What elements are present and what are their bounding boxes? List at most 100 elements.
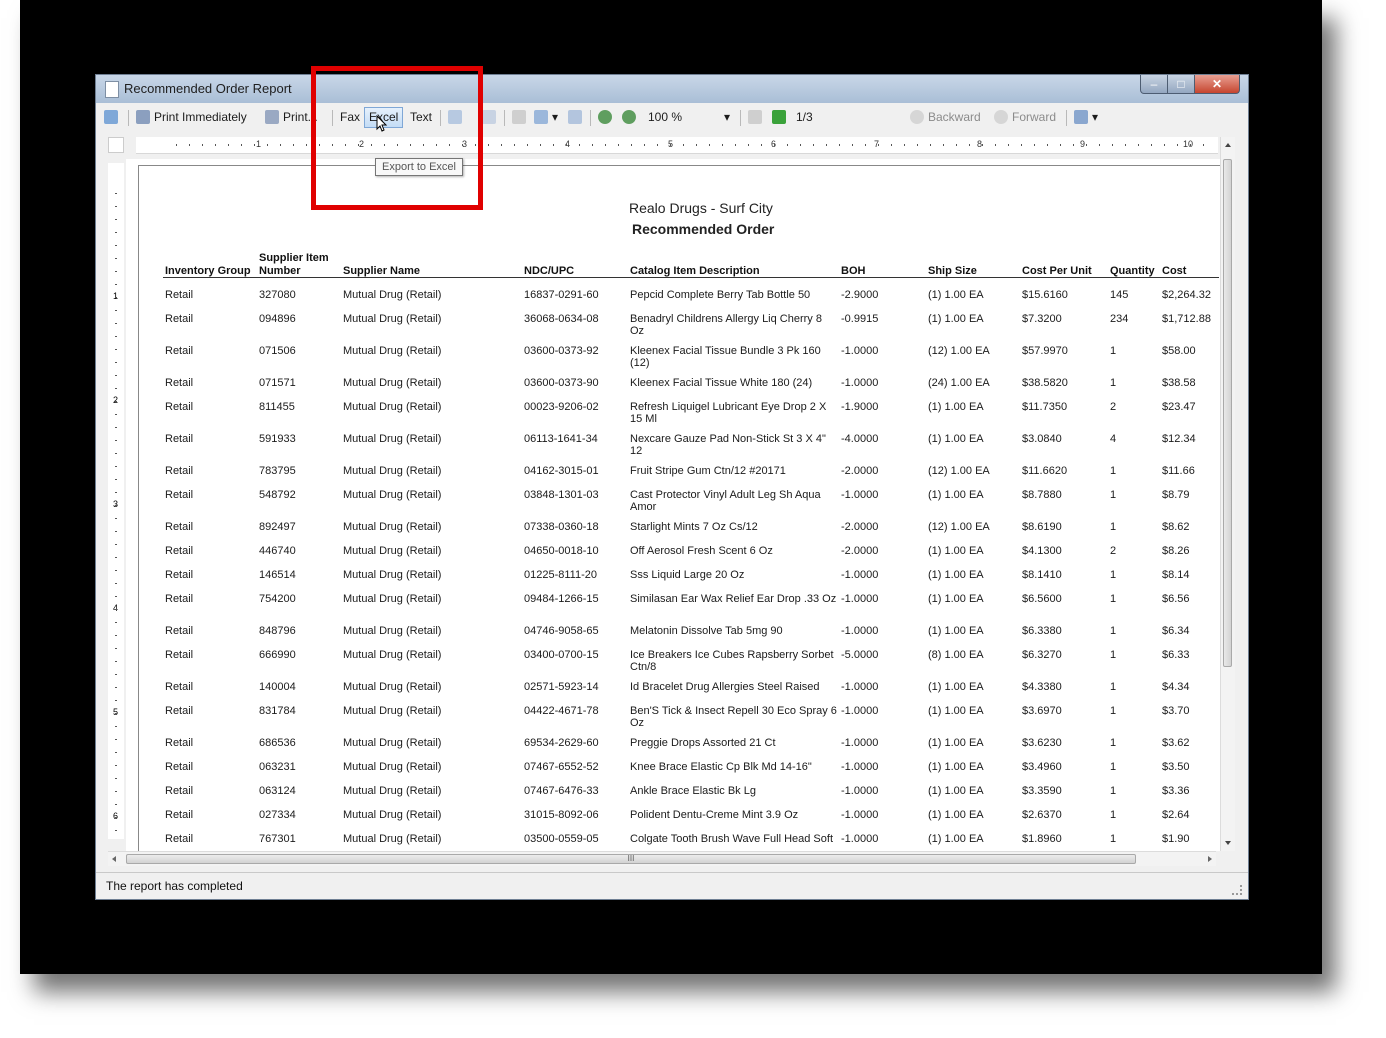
cell-cost: $4.34 (1162, 681, 1190, 693)
cell-quantity: 2 (1110, 545, 1117, 557)
scroll-right-icon[interactable] (1208, 856, 1212, 862)
cell-inventory-group: Retail (165, 649, 194, 661)
cell-inventory-group: Retail (165, 761, 194, 773)
continuous-button[interactable] (568, 108, 586, 127)
cell-description: Sss Liquid Large 20 Oz (630, 569, 745, 581)
horizontal-scrollbar[interactable]: III (108, 851, 1216, 866)
find-button[interactable] (482, 108, 500, 127)
cell-supplier-item: 146514 (259, 569, 296, 581)
zoom-in-button[interactable] (598, 108, 616, 127)
cell-cost-per-unit: $11.6620 (1022, 465, 1068, 477)
cell-boh: -0.9915 (841, 313, 879, 325)
cell-quantity: 145 (1110, 289, 1129, 301)
forward-arrow-icon (994, 110, 1008, 124)
print-immediately-label: Print Immediately (154, 110, 247, 124)
vertical-scrollbar[interactable] (1220, 137, 1235, 851)
cell-ship-size: (1) 1.00 EA (928, 785, 984, 797)
cell-cost-per-unit: $3.4960 (1022, 761, 1062, 773)
maximize-button[interactable]: □ (1168, 75, 1195, 94)
cell-description: Preggie Drops Assorted 21 Ct (630, 737, 776, 749)
cell-ship-size: (8) 1.00 EA (928, 649, 984, 661)
cell-quantity: 2 (1110, 401, 1117, 413)
page-indicator[interactable]: 1/3 (796, 108, 813, 127)
cell-boh: -2.9000 (841, 289, 879, 301)
cell-description: Fruit Stripe Gum Ctn/12 #20171 (630, 465, 786, 477)
cell-supplier-name: Mutual Drug (Retail) (343, 345, 442, 357)
export-excel-tooltip: Export to Excel (375, 158, 463, 176)
cell-boh: -1.0000 (841, 377, 879, 389)
cell-cost: $38.58 (1162, 377, 1196, 389)
cell-supplier-item: 071506 (259, 345, 296, 357)
close-button[interactable]: ✕ (1195, 75, 1240, 94)
cell-supplier-name: Mutual Drug (Retail) (343, 569, 442, 581)
page-nav-button[interactable] (772, 108, 790, 127)
print-button[interactable]: Print... (265, 108, 318, 127)
cell-ship-size: (1) 1.00 EA (928, 313, 984, 325)
cell-quantity: 1 (1110, 377, 1117, 389)
forward-button[interactable]: Forward (994, 108, 1056, 127)
multi-page-button[interactable]: ▾ (534, 108, 558, 127)
cell-supplier-name: Mutual Drug (Retail) (343, 489, 442, 501)
zoom-select[interactable]: 100 % (648, 108, 682, 127)
horizontal-scroll-thumb[interactable]: III (126, 854, 1136, 864)
cell-inventory-group: Retail (165, 625, 194, 637)
tools-dropdown-button[interactable]: ▾ (1074, 108, 1098, 127)
cell-boh: -4.0000 (841, 433, 879, 445)
zoom-in-icon (598, 110, 612, 124)
scroll-left-icon[interactable] (112, 856, 116, 862)
single-page-button[interactable] (512, 108, 530, 127)
cell-supplier-item: 327080 (259, 289, 296, 301)
cell-quantity: 1 (1110, 649, 1117, 661)
cell-cost-per-unit: $6.3270 (1022, 649, 1062, 661)
cell-ndc: 03600-0373-90 (524, 377, 599, 389)
header-cost: Cost (1162, 265, 1187, 277)
scroll-up-icon[interactable] (1225, 143, 1231, 147)
first-page-button[interactable] (748, 108, 766, 127)
resize-grip-icon[interactable] (1232, 885, 1242, 895)
cell-supplier-item: 071571 (259, 377, 296, 389)
scroll-down-icon[interactable] (1225, 841, 1231, 845)
cell-boh: -1.0000 (841, 809, 879, 821)
cell-ndc: 36068-0634-08 (524, 313, 599, 325)
backward-button[interactable]: Backward (910, 108, 981, 127)
cell-boh: -1.0000 (841, 785, 879, 797)
cell-cost-per-unit: $15.6160 (1022, 289, 1068, 301)
cell-description: Knee Brace Elastic Cp Blk Md 14-16" (630, 761, 812, 773)
cell-cost-per-unit: $3.6230 (1022, 737, 1062, 749)
ruler-number: 4 (113, 603, 119, 613)
report-preview: Realo Drugs - Surf City Recommended Orde… (126, 159, 1230, 851)
cell-supplier-name: Mutual Drug (Retail) (343, 809, 442, 821)
zoom-dropdown-arrow[interactable]: ▾ (724, 108, 730, 127)
cell-cost: $3.36 (1162, 785, 1190, 797)
title-bar: Recommended Order Report – □ ✕ (96, 75, 1248, 103)
cell-supplier-name: Mutual Drug (Retail) (343, 649, 442, 661)
vertical-scroll-thumb[interactable] (1223, 159, 1232, 667)
cell-cost-per-unit: $6.3380 (1022, 625, 1062, 637)
cell-inventory-group: Retail (165, 489, 194, 501)
copy-button[interactable] (448, 108, 466, 127)
cell-cost: $3.70 (1162, 705, 1190, 717)
cell-supplier-name: Mutual Drug (Retail) (343, 313, 442, 325)
cell-quantity: 1 (1110, 345, 1117, 357)
cell-quantity: 1 (1110, 569, 1117, 581)
header-quantity: Quantity (1110, 265, 1155, 277)
header-inventory-group: Inventory Group (165, 265, 251, 277)
fax-button[interactable]: Fax (340, 108, 360, 127)
print-immediately-button[interactable]: Print Immediately (136, 108, 247, 127)
header-underline (163, 277, 1219, 278)
cell-description: Kleenex Facial Tissue Bundle 3 Pk 160 (1… (630, 345, 821, 369)
header-supplier-item-number: Number (259, 265, 301, 277)
cell-quantity: 1 (1110, 705, 1117, 717)
cell-description: Colgate Tooth Brush Wave Full Head Soft (630, 833, 833, 845)
page-setup-button[interactable] (104, 108, 122, 127)
text-export-button[interactable]: Text (410, 108, 432, 127)
cell-quantity: 1 (1110, 785, 1117, 797)
cell-supplier-name: Mutual Drug (Retail) (343, 705, 442, 717)
minimize-button[interactable]: – (1140, 75, 1168, 94)
status-text: The report has completed (106, 879, 243, 893)
cell-boh: -1.0000 (841, 681, 879, 693)
zoom-out-button[interactable] (622, 108, 640, 127)
cell-supplier-name: Mutual Drug (Retail) (343, 625, 442, 637)
cell-cost: $2,264.32 (1162, 289, 1211, 301)
status-bar: The report has completed (96, 872, 1248, 899)
